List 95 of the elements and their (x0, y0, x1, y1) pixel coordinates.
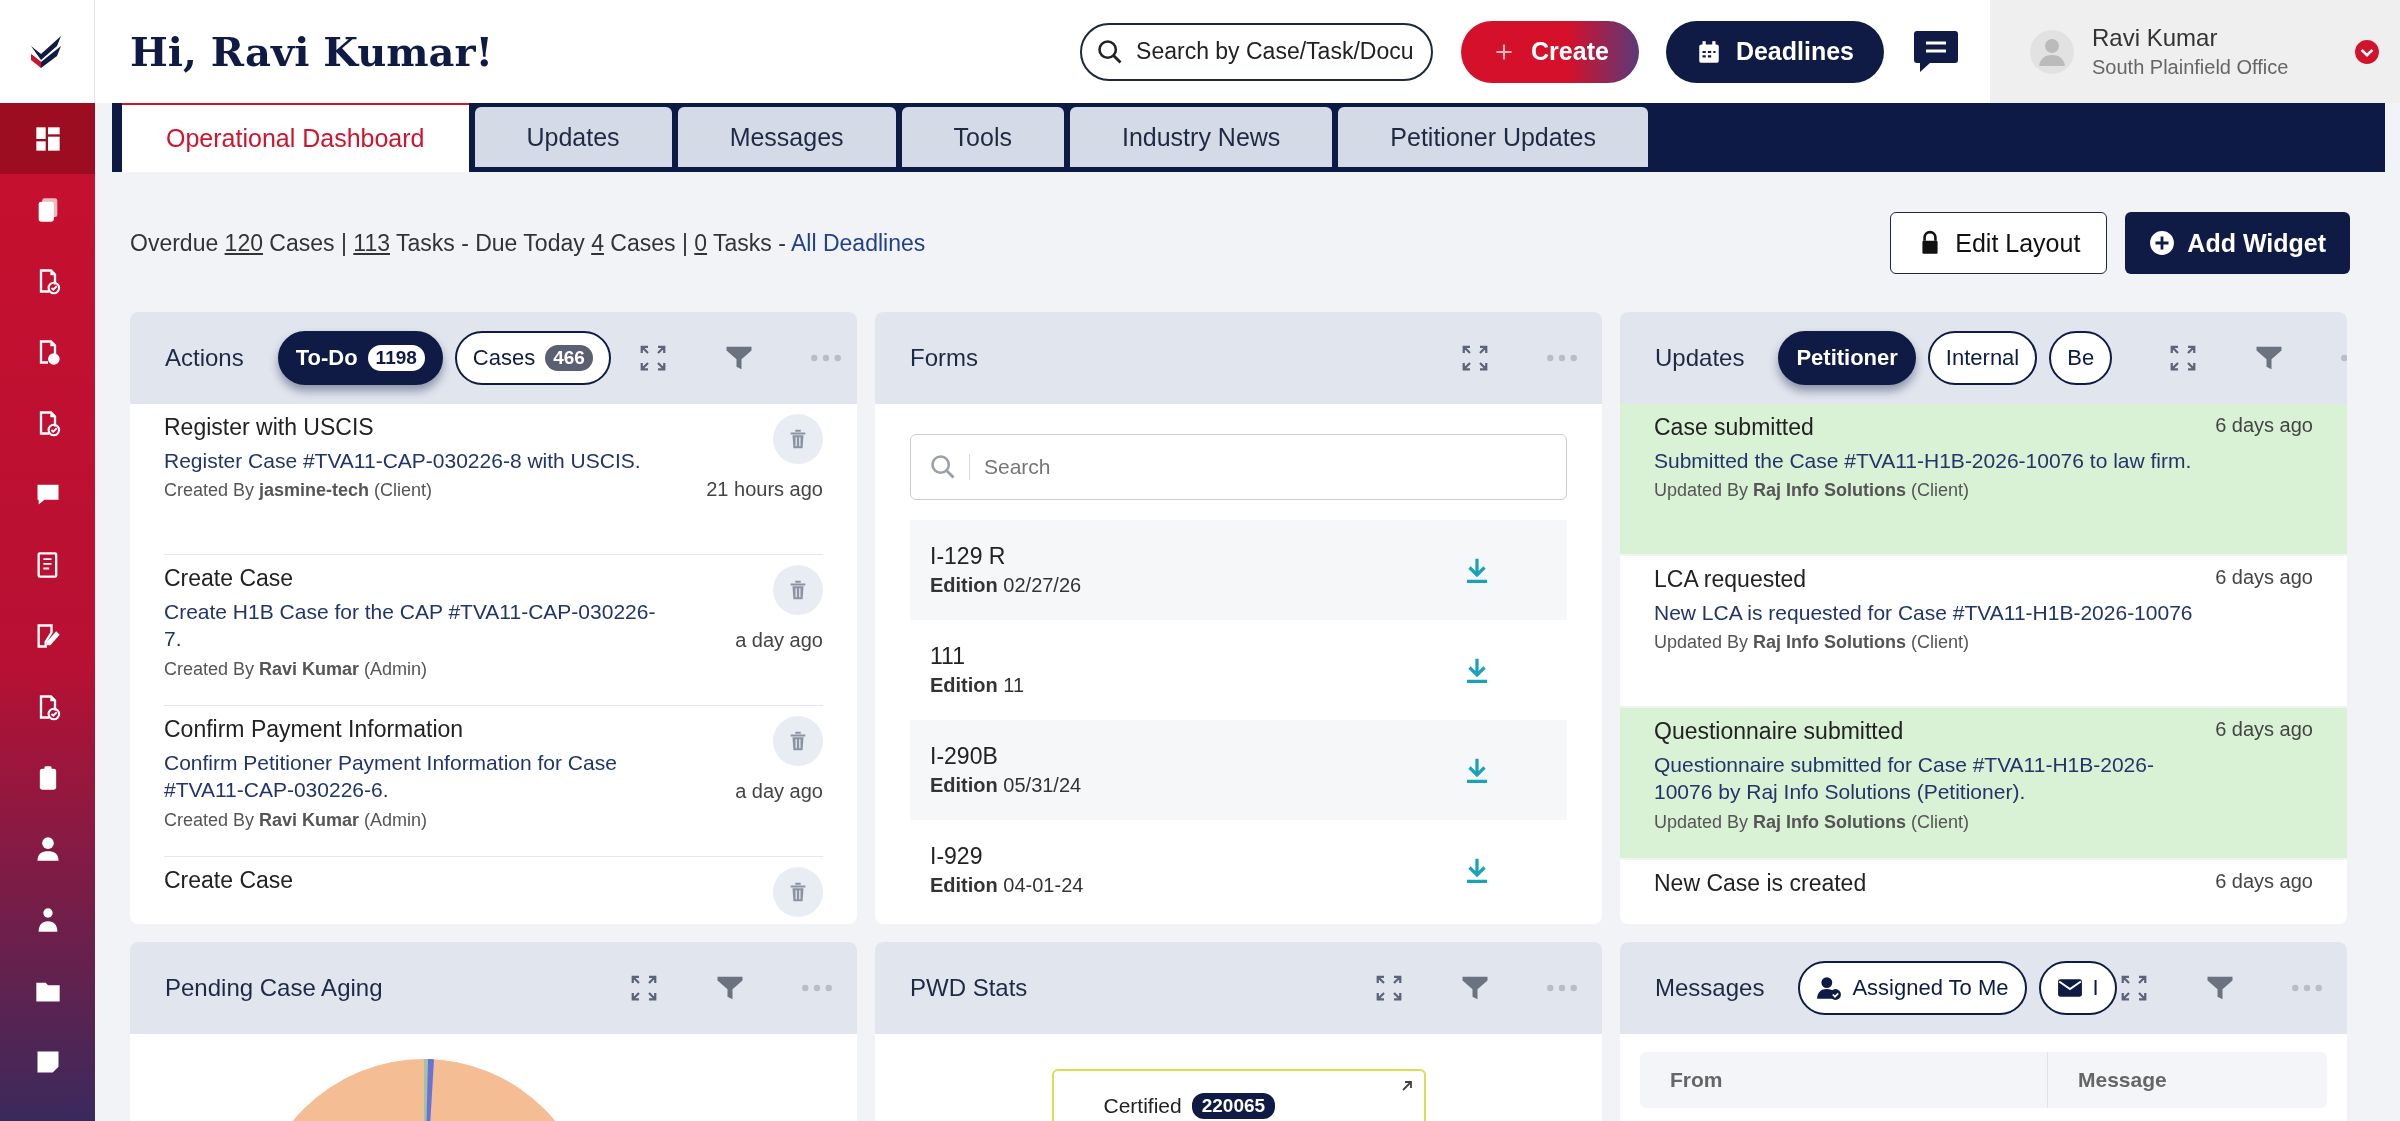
expand-icon[interactable] (1374, 973, 1404, 1003)
action-title[interactable]: Create Case (164, 867, 664, 894)
dropdown-icon[interactable] (2354, 38, 2380, 65)
time-ago: a day ago (735, 629, 823, 652)
plus-circle-icon (2149, 230, 2176, 256)
action-description: Register Case #TVA11-CAP-030226-8 with USCIS. (164, 448, 642, 474)
created-by-text: Created By Ravi Kumar (Admin) (164, 809, 429, 831)
avatar-icon (2030, 29, 2074, 74)
time-ago: 6 days ago (2215, 566, 2313, 589)
dashboard-tab[interactable]: Industry News (1069, 107, 1333, 167)
created-by-text: Created By jasmine-tech (Client) (164, 480, 434, 502)
search-input[interactable]: Search by Case/Task/Docu (1134, 37, 1418, 66)
count-link[interactable]: 120 (224, 229, 263, 256)
stat-label: Certified (1103, 1094, 1182, 1118)
greeting-heading: Hi, Ravi Kumar! (130, 28, 495, 75)
sidebar-item[interactable] (0, 103, 95, 174)
form-name: 111 (930, 643, 966, 670)
filter-chip[interactable]: Be (2049, 331, 2113, 385)
action-title[interactable]: Create Case (164, 565, 664, 592)
updated-by-text: Updated By Raj Info Solutions (Client) (1654, 632, 1971, 654)
summary-text: Overdue 120 Cases | 113 Tasks - Due Today 4 Cases | 0 Tasks - All Deadlines (130, 229, 927, 257)
column-header: Message (2047, 1052, 2327, 1108)
action-description: Create H1B Case for the CAP #TVA11-CAP-030226-7. (164, 599, 657, 653)
chat-icon[interactable] (1912, 29, 1960, 74)
form-name: I-290B (930, 743, 999, 770)
expand-icon[interactable] (2119, 973, 2149, 1003)
create-button[interactable]: Create (1461, 20, 1639, 83)
user-icon (1816, 975, 1843, 1001)
widget-title: Updates (1655, 344, 1745, 372)
update-item[interactable]: Questionnaire submitted Questionnaire submitted for Case #TVA11-H1B-2026-10076 by Raj Info Solutions (Petitioner). Updated By Raj Info Solutions (Client) 6 days ago (1620, 708, 2347, 860)
all-deadlines-link[interactable]: All Deadlines (791, 229, 926, 256)
updated-by-text: Updated By Raj Info Solutions (Client) (1654, 480, 1971, 502)
time-ago: 6 days ago (2215, 870, 2313, 893)
count-link[interactable]: 4 (591, 229, 604, 256)
widget-title: Messages (1655, 974, 1765, 1002)
update-description: Questionnaire submitted for Case #TVA11-H1B-2026-10076 by Raj Info Solutions (Petitioner). (1654, 752, 2155, 806)
expand-icon[interactable] (1460, 343, 1490, 373)
action-title[interactable]: Register with USCIS (164, 414, 664, 441)
add-widget-button[interactable]: Add Widget (2125, 212, 2350, 274)
delete-icon[interactable] (773, 565, 823, 615)
dashboard-tab[interactable]: Operational Dashboard (122, 103, 469, 172)
update-description: New LCA is requested for Case #TVA11-H1B-2026-10076 (1654, 600, 2194, 626)
time-ago: 21 hours ago (706, 478, 823, 501)
dashboard-tab[interactable]: Updates (474, 107, 672, 167)
filter-chip[interactable]: To-Do 1198 (277, 331, 443, 385)
update-title: New Case is created (1654, 870, 1868, 897)
updated-by-text: Updated By Raj Info Solutions (Client) (1654, 811, 1971, 833)
search-field[interactable]: Search by Case/Task/Docu (1080, 22, 1434, 81)
count-badge: 1198 (367, 345, 425, 371)
search-input[interactable]: Search (969, 454, 1548, 480)
search-icon (929, 453, 957, 481)
update-item[interactable]: Case submitted Submitted the Case #TVA11-H1B-2026-10076 to law firm. Updated By Raj Info Solutions (Client) 6 days ago (1620, 404, 2347, 556)
widget-title: Actions (165, 344, 244, 372)
user-name: Ravi Kumar (2092, 24, 2219, 52)
count-badge: 466 (545, 345, 593, 371)
edit-layout-button[interactable]: Edit Layout (1890, 212, 2108, 274)
action-title[interactable]: Confirm Payment Information (164, 716, 664, 743)
edition-text: Edition 05/31/24 (930, 774, 1083, 797)
created-by-text: Created By Ravi Kumar (Admin) (164, 658, 429, 680)
action-description: Confirm Petitioner Payment Information for Case #TVA11-CAP-030226-6. (164, 750, 618, 804)
delete-icon[interactable] (773, 414, 823, 464)
count-link[interactable]: 113 (353, 229, 390, 256)
user-office: South Plainfield Office (2092, 56, 2290, 79)
filter-chip[interactable]: I (2038, 961, 2117, 1015)
dashboard-icon (33, 124, 62, 153)
form-name: I-929 (930, 843, 984, 870)
delete-icon[interactable] (773, 867, 823, 917)
deadlines-button[interactable]: Deadlines (1665, 20, 1884, 83)
filter-chip[interactable]: Internal (1927, 331, 2038, 385)
expand-icon[interactable] (629, 973, 659, 1003)
dashboard-tab[interactable]: Tools (901, 107, 1064, 167)
filter-chip[interactable]: Cases 466 (454, 331, 611, 385)
stat-value: 220065 (1191, 1093, 1276, 1119)
time-ago: 6 days ago (2215, 718, 2313, 741)
edition-text: Edition 11 (930, 674, 1026, 697)
widget-title: PWD Stats (910, 974, 1028, 1002)
count-link[interactable]: 0 (694, 229, 708, 256)
time-ago: a day ago (735, 780, 823, 803)
filter-chip[interactable]: Petitioner (1778, 331, 1916, 385)
time-ago: 6 days ago (2215, 414, 2313, 437)
dashboard-tab[interactable]: Messages (677, 107, 896, 167)
update-title: Case submitted (1654, 414, 1815, 441)
edition-text: Edition 02/27/26 (930, 574, 1083, 597)
edition-text: Edition 04-01-24 (930, 874, 1085, 897)
form-name: I-129 R (930, 543, 1007, 570)
stat-card[interactable]: Certified 220065 (1051, 1069, 1426, 1121)
delete-icon[interactable] (773, 716, 823, 766)
update-title: LCA requested (1654, 566, 1808, 593)
column-header: From (1669, 1067, 1724, 1093)
dashboard-tab[interactable]: Petitioner Updates (1338, 107, 1649, 167)
widget-title: Pending Case Aging (165, 974, 383, 1002)
widget-title: Forms (910, 344, 978, 372)
filter-chip[interactable]: Assigned To Me (1798, 961, 2027, 1015)
update-title: Questionnaire submitted (1654, 718, 1905, 745)
update-description: Submitted the Case #TVA11-H1B-2026-10076 to law firm. (1654, 448, 2193, 474)
